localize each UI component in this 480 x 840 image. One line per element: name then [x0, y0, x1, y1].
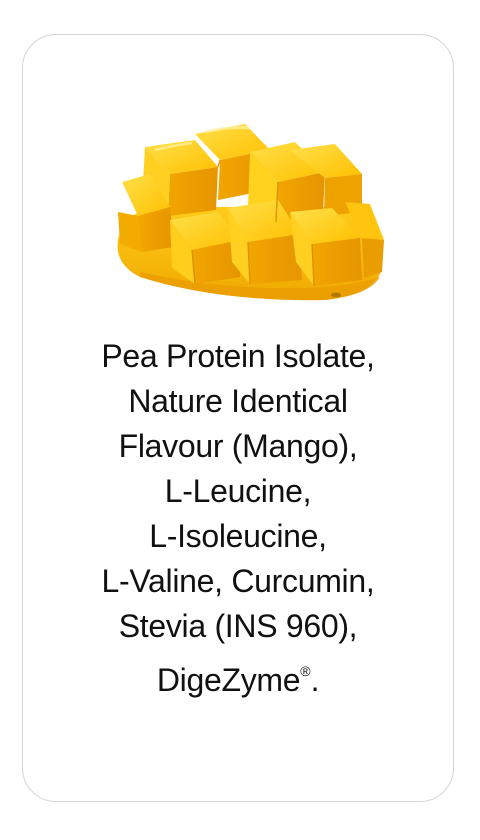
- ingredient-line: L-Isoleucine,: [149, 518, 327, 554]
- ingredient-line: L-Valine, Curcumin,: [101, 563, 375, 599]
- terminal-period: .: [310, 662, 320, 698]
- ingredient-line: Pea Protein Isolate,: [101, 338, 375, 374]
- ingredient-name: DigeZyme: [156, 662, 301, 698]
- ingredient-line: Flavour (Mango),: [118, 428, 358, 464]
- ingredient-line: Nature Identical: [128, 383, 348, 419]
- mango-image: [100, 112, 385, 312]
- mango-illustration-icon: [117, 124, 384, 301]
- ingredient-line-last: DigeZyme®.: [22, 649, 454, 703]
- ingredients-list: Pea Protein Isolate, Nature Identical Fl…: [22, 334, 454, 703]
- ingredient-line: L-Leucine,: [164, 473, 312, 509]
- registered-mark: ®: [300, 663, 311, 679]
- ingredient-line: Stevia (INS 960),: [118, 608, 358, 644]
